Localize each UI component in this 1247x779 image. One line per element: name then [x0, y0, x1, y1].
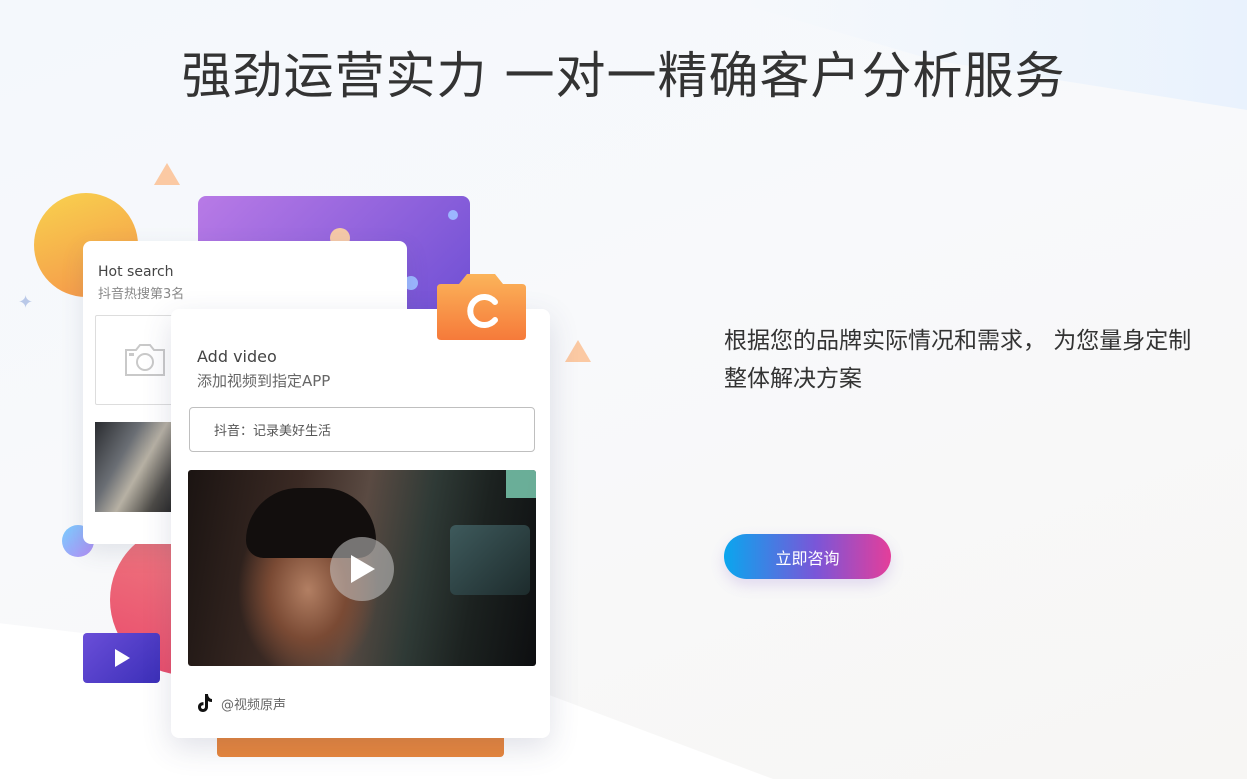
hot-search-title: Hot search [98, 264, 174, 280]
service-description: 根据您的品牌实际情况和需求， 为您量身定制整体解决方案 [724, 328, 1192, 392]
video-footer: @视频原声 [195, 693, 286, 713]
thumbnail-image [95, 422, 175, 512]
add-video-title: Add video [197, 347, 277, 366]
decor-triangle [565, 340, 591, 362]
play-button[interactable] [330, 537, 394, 601]
app-name-input[interactable] [189, 407, 535, 452]
play-icon [351, 555, 375, 583]
camera-icon [125, 344, 165, 376]
video-preview[interactable] [188, 470, 536, 666]
video-light [506, 470, 536, 498]
consult-now-button[interactable]: 立即咨询 [724, 534, 891, 579]
sparkle-icon: ✦ [18, 292, 34, 313]
add-video-card: Add video 添加视频到指定APP @视频原声 [171, 309, 550, 738]
page-title: 强劲运营实力 一对一精确客户分析服务 [181, 47, 1066, 105]
refresh-icon [437, 274, 526, 340]
video-source-handle: @视频原声 [221, 697, 287, 713]
hot-search-subtitle: 抖音热搜第3名 [98, 287, 185, 302]
play-tile [83, 633, 160, 683]
decor-dot [448, 210, 458, 220]
decor-triangle [154, 163, 180, 185]
video-prop [450, 525, 530, 595]
add-video-subtitle: 添加视频到指定APP [197, 372, 331, 390]
play-icon [114, 649, 130, 667]
tiktok-icon [198, 694, 212, 712]
